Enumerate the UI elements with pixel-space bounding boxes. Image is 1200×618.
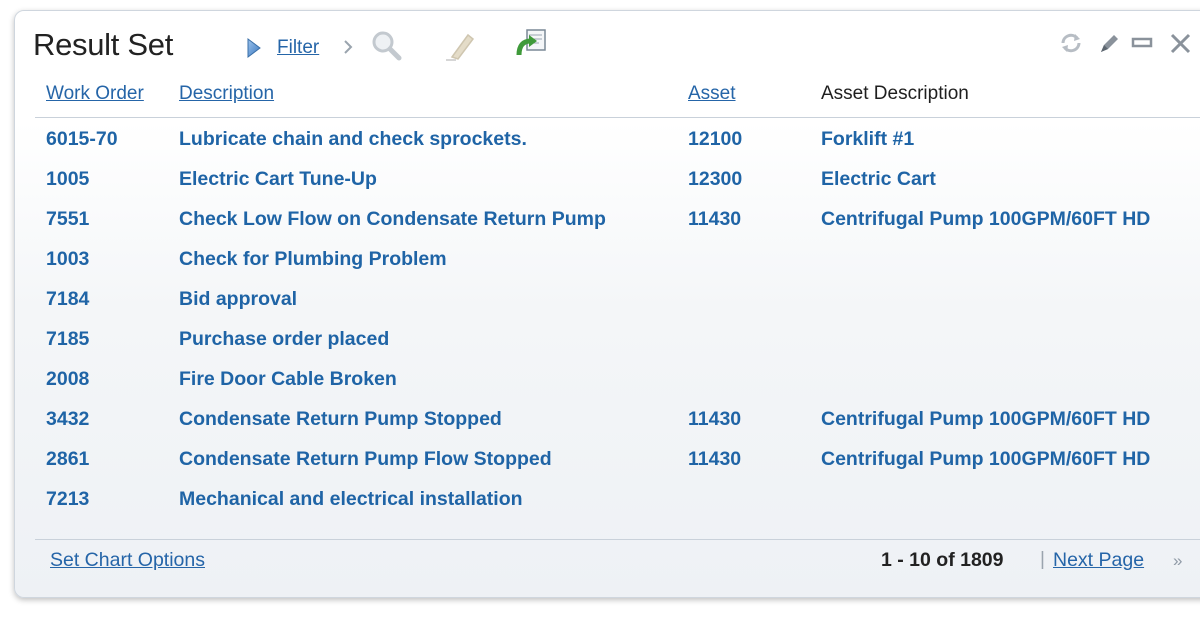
- work-order-cell[interactable]: 7184: [46, 288, 89, 311]
- export-icon[interactable]: [515, 27, 549, 61]
- table-row[interactable]: 2008 Fire Door Cable Broken: [15, 368, 1200, 408]
- work-order-cell[interactable]: 7185: [46, 328, 89, 351]
- asset-cell[interactable]: 12300: [688, 168, 742, 191]
- table-row[interactable]: 7185 Purchase order placed: [15, 328, 1200, 368]
- next-page-link[interactable]: Next Page: [1053, 549, 1144, 572]
- table-row[interactable]: 2861 Condensate Return Pump Flow Stopped…: [15, 448, 1200, 488]
- work-order-cell[interactable]: 1005: [46, 168, 89, 191]
- description-cell[interactable]: Condensate Return Pump Flow Stopped: [179, 448, 552, 471]
- asset-description-cell[interactable]: Centrifugal Pump 100GPM/60FT HD: [821, 208, 1150, 231]
- table-row[interactable]: 3432 Condensate Return Pump Stopped 1143…: [15, 408, 1200, 448]
- asset-cell[interactable]: 11430: [688, 208, 741, 231]
- work-order-cell[interactable]: 1003: [46, 248, 89, 271]
- description-cell[interactable]: Bid approval: [179, 288, 297, 311]
- set-chart-options-link[interactable]: Set Chart Options: [50, 549, 205, 572]
- minimize-icon[interactable]: [1131, 36, 1153, 50]
- work-order-cell[interactable]: 2861: [46, 448, 89, 471]
- column-header-work-order[interactable]: Work Order: [46, 83, 144, 105]
- work-order-cell[interactable]: 7213: [46, 488, 89, 511]
- edit-pencil-icon[interactable]: [1097, 33, 1121, 55]
- work-order-cell[interactable]: 2008: [46, 368, 89, 391]
- play-arrow-icon[interactable]: [246, 38, 262, 58]
- description-cell[interactable]: Check for Plumbing Problem: [179, 248, 447, 271]
- footer-divider: [35, 539, 1200, 540]
- chevron-right-icon: [344, 40, 353, 54]
- table-row[interactable]: 1005 Electric Cart Tune-Up 12300 Electri…: [15, 168, 1200, 208]
- result-set-panel: Result Set Filter Work Order Description…: [14, 10, 1200, 598]
- table-row[interactable]: 1003 Check for Plumbing Problem: [15, 248, 1200, 288]
- column-header-asset-description: Asset Description: [821, 83, 969, 104]
- refresh-icon[interactable]: [1059, 32, 1083, 54]
- eraser-icon[interactable]: [442, 29, 476, 63]
- description-cell[interactable]: Check Low Flow on Condensate Return Pump: [179, 208, 606, 231]
- table-row[interactable]: 7184 Bid approval: [15, 288, 1200, 328]
- next-page-arrows-icon[interactable]: »: [1173, 551, 1182, 571]
- asset-cell[interactable]: 11430: [688, 448, 741, 471]
- asset-description-cell[interactable]: Forklift #1: [821, 128, 914, 151]
- table-row[interactable]: 7551 Check Low Flow on Condensate Return…: [15, 208, 1200, 248]
- description-cell[interactable]: Condensate Return Pump Stopped: [179, 408, 502, 431]
- description-cell[interactable]: Fire Door Cable Broken: [179, 368, 397, 391]
- description-cell[interactable]: Electric Cart Tune-Up: [179, 168, 377, 191]
- close-icon[interactable]: [1169, 33, 1193, 55]
- asset-description-cell[interactable]: Electric Cart: [821, 168, 936, 191]
- description-cell[interactable]: Lubricate chain and check sprockets.: [179, 128, 527, 151]
- table-row[interactable]: 6015-70 Lubricate chain and check sprock…: [15, 128, 1200, 168]
- asset-description-cell[interactable]: Centrifugal Pump 100GPM/60FT HD: [821, 408, 1150, 431]
- table-row[interactable]: 7213 Mechanical and electrical installat…: [15, 488, 1200, 528]
- column-header-asset[interactable]: Asset: [688, 83, 736, 105]
- magnifier-icon[interactable]: [370, 29, 404, 63]
- panel-title: Result Set: [33, 27, 174, 62]
- work-order-cell[interactable]: 7551: [46, 208, 89, 231]
- work-order-cell[interactable]: 3432: [46, 408, 89, 431]
- record-count: 1 - 10 of 1809: [881, 549, 1004, 571]
- asset-cell[interactable]: 11430: [688, 408, 741, 431]
- description-cell[interactable]: Mechanical and electrical installation: [179, 488, 523, 511]
- pager-separator: |: [1040, 549, 1045, 570]
- filter-link[interactable]: Filter: [277, 37, 319, 59]
- description-cell[interactable]: Purchase order placed: [179, 328, 389, 351]
- header-divider: [35, 117, 1200, 118]
- asset-description-cell[interactable]: Centrifugal Pump 100GPM/60FT HD: [821, 448, 1150, 471]
- work-order-cell[interactable]: 6015-70: [46, 128, 118, 151]
- column-header-description[interactable]: Description: [179, 83, 274, 105]
- asset-cell[interactable]: 12100: [688, 128, 742, 151]
